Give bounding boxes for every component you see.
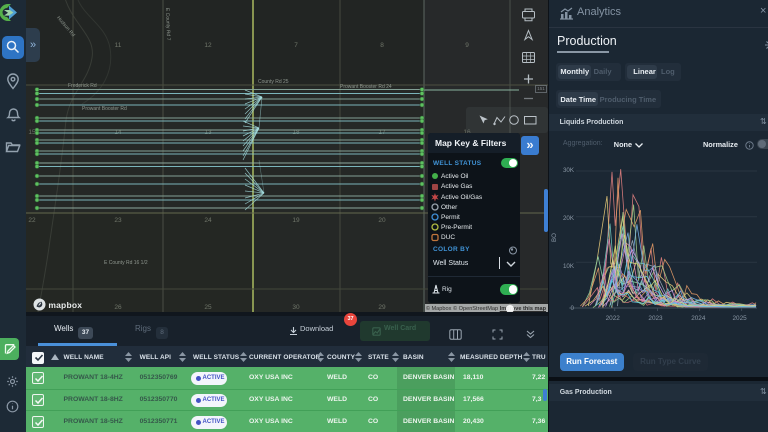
svg-text:19: 19 bbox=[292, 217, 300, 224]
svg-text:9: 9 bbox=[465, 42, 469, 49]
svg-text:E County Rd 16 1/2: E County Rd 16 1/2 bbox=[104, 260, 148, 266]
svg-text:Prowant Booster Rd: Prowant Booster Rd bbox=[82, 106, 127, 112]
svg-text:30: 30 bbox=[292, 304, 300, 311]
svg-text:26: 26 bbox=[114, 304, 122, 311]
svg-text:22: 22 bbox=[28, 217, 36, 224]
svg-text:24: 24 bbox=[204, 217, 212, 224]
svg-text:23: 23 bbox=[114, 217, 122, 224]
svg-text:25: 25 bbox=[204, 304, 212, 311]
svg-text:12: 12 bbox=[204, 42, 212, 49]
svg-text:8: 8 bbox=[380, 42, 384, 49]
svg-text:20: 20 bbox=[378, 217, 386, 224]
svg-text:Frederick Rd: Frederick Rd bbox=[68, 83, 97, 89]
svg-text:11: 11 bbox=[115, 42, 122, 49]
svg-text:29: 29 bbox=[378, 304, 386, 311]
svg-text:County Rd 25: County Rd 25 bbox=[258, 79, 289, 85]
svg-text:E County Rd 7: E County Rd 7 bbox=[164, 8, 171, 41]
svg-text:7: 7 bbox=[294, 42, 298, 49]
